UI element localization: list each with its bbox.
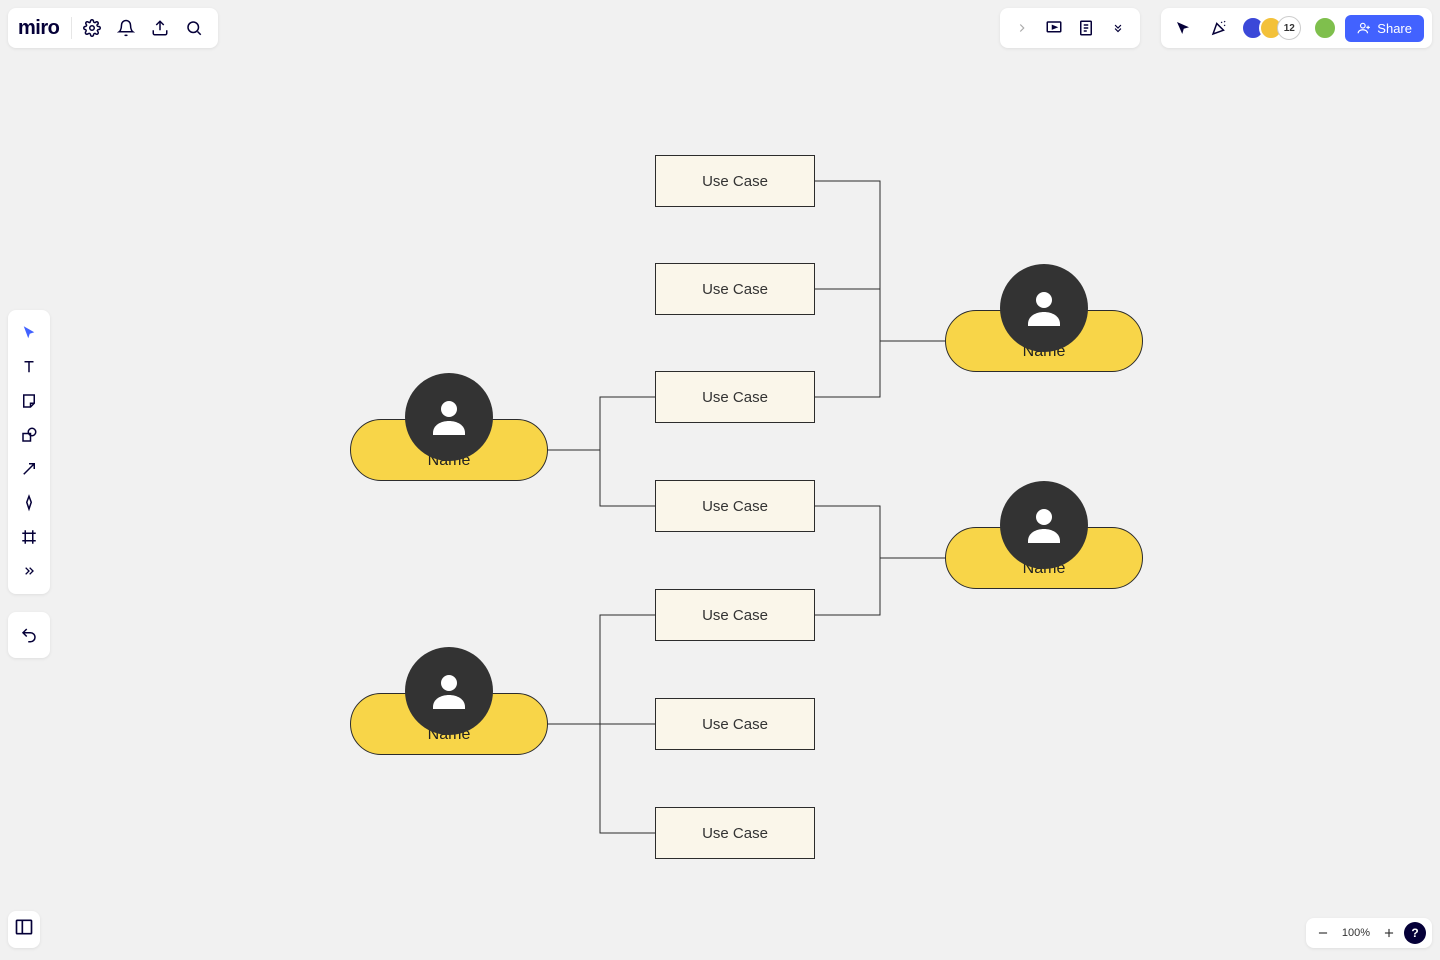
shapes-icon bbox=[20, 426, 38, 444]
actor-node[interactable]: Name bbox=[945, 310, 1143, 372]
usecase-label: Use Case bbox=[702, 281, 768, 298]
text-icon bbox=[20, 358, 38, 376]
usecase-box[interactable]: Use Case bbox=[655, 263, 815, 315]
search-icon bbox=[185, 19, 203, 37]
line-tool[interactable] bbox=[12, 454, 46, 484]
user-plus-icon bbox=[1357, 21, 1371, 35]
usecase-box[interactable]: Use Case bbox=[655, 371, 815, 423]
actor-node[interactable]: Name bbox=[945, 527, 1143, 589]
usecase-box[interactable]: Use Case bbox=[655, 480, 815, 532]
canvas[interactable]: Use Case Use Case Use Case Use Case Use … bbox=[0, 0, 1440, 960]
usecase-label: Use Case bbox=[702, 716, 768, 733]
present-button[interactable] bbox=[1040, 14, 1068, 42]
zoom-out-button[interactable] bbox=[1312, 922, 1334, 944]
frame-icon bbox=[20, 528, 38, 546]
current-user-avatar[interactable] bbox=[1313, 16, 1337, 40]
person-icon bbox=[1000, 264, 1088, 352]
chevrons-down-icon bbox=[1111, 21, 1125, 35]
pen-tool[interactable] bbox=[12, 488, 46, 518]
question-icon: ? bbox=[1411, 926, 1418, 940]
notes-button[interactable] bbox=[1072, 14, 1100, 42]
usecase-box[interactable]: Use Case bbox=[655, 807, 815, 859]
avatar-overflow-count[interactable]: 12 bbox=[1277, 16, 1301, 40]
chevron-right-icon bbox=[1015, 21, 1029, 35]
actor-node[interactable]: Name bbox=[350, 419, 548, 481]
gear-icon bbox=[83, 19, 101, 37]
separator bbox=[71, 17, 72, 39]
sticky-note-icon bbox=[20, 392, 38, 410]
upload-icon bbox=[151, 19, 169, 37]
usecase-label: Use Case bbox=[702, 498, 768, 515]
pen-icon bbox=[20, 494, 38, 512]
collab-toolbar: 12 Share bbox=[1161, 8, 1432, 48]
usecase-label: Use Case bbox=[702, 825, 768, 842]
text-tool[interactable] bbox=[12, 352, 46, 382]
zoom-in-button[interactable] bbox=[1378, 922, 1400, 944]
person-icon bbox=[405, 647, 493, 735]
arrow-icon bbox=[20, 460, 38, 478]
export-button[interactable] bbox=[146, 14, 174, 42]
usecase-label: Use Case bbox=[702, 389, 768, 406]
more-menu-button[interactable] bbox=[1104, 14, 1132, 42]
share-button[interactable]: Share bbox=[1345, 15, 1424, 42]
undo-panel bbox=[8, 612, 50, 658]
bell-icon bbox=[117, 19, 135, 37]
person-icon bbox=[405, 373, 493, 461]
app-logo[interactable]: miro bbox=[18, 17, 65, 40]
collaborator-avatars[interactable]: 12 bbox=[1241, 16, 1301, 40]
notifications-button[interactable] bbox=[112, 14, 140, 42]
panel-icon bbox=[14, 917, 34, 937]
usecase-box[interactable]: Use Case bbox=[655, 698, 815, 750]
usecase-box[interactable]: Use Case bbox=[655, 155, 815, 207]
usecase-label: Use Case bbox=[702, 173, 768, 190]
frame-tool[interactable] bbox=[12, 522, 46, 552]
actor-node[interactable]: Name bbox=[350, 693, 548, 755]
search-button[interactable] bbox=[180, 14, 208, 42]
top-left-toolbar: miro bbox=[8, 8, 218, 48]
document-icon bbox=[1077, 19, 1095, 37]
cursor-icon bbox=[1174, 19, 1192, 37]
settings-button[interactable] bbox=[78, 14, 106, 42]
minus-icon bbox=[1316, 926, 1330, 940]
shape-tool[interactable] bbox=[12, 420, 46, 450]
minimap-toggle[interactable] bbox=[8, 911, 40, 948]
plus-icon bbox=[1382, 926, 1396, 940]
cursor-tracking-button[interactable] bbox=[1169, 14, 1197, 42]
person-icon bbox=[1000, 481, 1088, 569]
left-tool-panel bbox=[8, 310, 50, 594]
chevrons-right-icon bbox=[21, 563, 37, 579]
help-button[interactable]: ? bbox=[1404, 922, 1426, 944]
confetti-icon bbox=[1210, 19, 1228, 37]
more-tools-button[interactable] bbox=[12, 556, 46, 586]
share-label: Share bbox=[1377, 21, 1412, 36]
usecase-box[interactable]: Use Case bbox=[655, 589, 815, 641]
zoom-controls: 100% ? bbox=[1306, 918, 1432, 948]
pointer-icon bbox=[20, 324, 38, 342]
prev-frame-button[interactable] bbox=[1008, 14, 1036, 42]
presentation-icon bbox=[1045, 19, 1063, 37]
sticky-note-tool[interactable] bbox=[12, 386, 46, 416]
undo-icon bbox=[20, 626, 38, 644]
zoom-level[interactable]: 100% bbox=[1338, 927, 1374, 939]
undo-button[interactable] bbox=[12, 620, 46, 650]
presentation-toolbar bbox=[1000, 8, 1140, 48]
usecase-label: Use Case bbox=[702, 607, 768, 624]
select-tool[interactable] bbox=[12, 318, 46, 348]
reactions-button[interactable] bbox=[1205, 14, 1233, 42]
